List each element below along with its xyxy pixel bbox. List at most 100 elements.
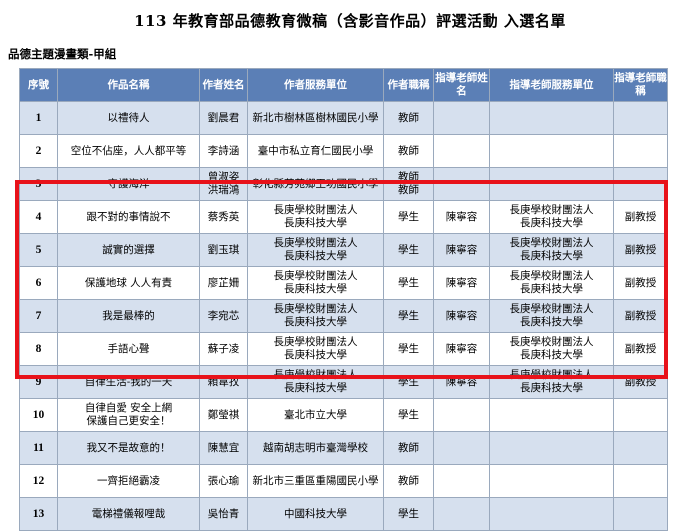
- table-row: 6 保護地球 人人有責 廖芷姍 長庚學校財團法人 長庚科技大學 學生 陳寧容 長庚學校財團法人…: [19, 266, 668, 300]
- row-number: 13: [19, 497, 58, 531]
- table-row: 11 我又不是故意的！ 陳慧宜 越南胡志明市臺灣學校 教師: [19, 431, 668, 465]
- author-name: 張心瑜: [199, 464, 248, 498]
- header-advisor-title: 指導老師職稱: [613, 68, 668, 102]
- advisor-unit: 長庚學校財團法人 長庚科技大學: [489, 266, 614, 300]
- work-name: 以禮待人: [57, 101, 200, 135]
- work-name: 一齊拒絕霸凌: [57, 464, 200, 498]
- author-unit: 新北市三重區重陽國民小學: [247, 464, 384, 498]
- work-name: 手語心聲: [57, 332, 200, 366]
- author-name: 曾淑姿 洪瑞鴻: [199, 167, 248, 201]
- author-name: 蘇子凌: [199, 332, 248, 366]
- advisor-unit: [489, 464, 614, 498]
- table-row: 12 一齊拒絕霸凌 張心瑜 新北市三重區重陽國民小學 教師: [19, 464, 668, 498]
- row-number: 11: [19, 431, 58, 465]
- author-name: 蔡秀英: [199, 200, 248, 234]
- author-title: 學生: [383, 200, 434, 234]
- header-author: 作者姓名: [199, 68, 248, 102]
- work-name: 空位不佔座，人人都平等: [57, 134, 200, 168]
- row-number: 7: [19, 299, 58, 333]
- advisor-name: 陳寧容: [433, 299, 490, 333]
- author-unit: 新北市樹林區樹林國民小學: [247, 101, 384, 135]
- row-number: 10: [19, 398, 58, 432]
- advisor-title: [613, 167, 668, 201]
- author-name: 李宛芯: [199, 299, 248, 333]
- author-unit: 臺中市私立育仁國民小學: [247, 134, 384, 168]
- advisor-title: 副教授: [613, 233, 668, 267]
- header-title: 作者職稱: [383, 68, 434, 102]
- advisor-name: [433, 101, 490, 135]
- work-name: 跟不對的事情說不: [57, 200, 200, 234]
- advisor-unit: [489, 497, 614, 531]
- author-name: 李詩涵: [199, 134, 248, 168]
- advisor-title: [613, 101, 668, 135]
- advisor-unit: [489, 398, 614, 432]
- author-name: 劉玉琪: [199, 233, 248, 267]
- row-number: 4: [19, 200, 58, 234]
- author-unit: 越南胡志明市臺灣學校: [247, 431, 384, 465]
- work-name: 電梯禮儀報哩哉: [57, 497, 200, 531]
- author-title: 學生: [383, 497, 434, 531]
- advisor-unit: [489, 431, 614, 465]
- advisor-unit: 長庚學校財團法人 長庚科技大學: [489, 332, 614, 366]
- advisor-unit: [489, 134, 614, 168]
- author-title: 學生: [383, 233, 434, 267]
- advisor-name: 陳寧容: [433, 200, 490, 234]
- author-unit: 長庚學校財團法人 長庚科技大學: [247, 332, 384, 366]
- advisor-name: [433, 398, 490, 432]
- author-unit: 長庚學校財團法人 長庚科技大學: [247, 365, 384, 399]
- author-name: 廖芷姍: [199, 266, 248, 300]
- row-number: 6: [19, 266, 58, 300]
- author-unit: 長庚學校財團法人 長庚科技大學: [247, 233, 384, 267]
- author-title: 學生: [383, 332, 434, 366]
- header-advisor: 指導老師姓名: [433, 68, 490, 102]
- advisor-unit: 長庚學校財團法人 長庚科技大學: [489, 200, 614, 234]
- header-advisor-unit: 指導老師服務單位: [489, 68, 614, 102]
- advisor-name: 陳寧容: [433, 332, 490, 366]
- row-number: 8: [19, 332, 58, 366]
- section-title: 品德主題漫畫類-甲組: [8, 47, 117, 61]
- advisor-name: [433, 431, 490, 465]
- row-number: 5: [19, 233, 58, 267]
- work-name: 誠實的選擇: [57, 233, 200, 267]
- author-title: 學生: [383, 365, 434, 399]
- author-name: 吳怡青: [199, 497, 248, 531]
- author-title: 教師: [383, 464, 434, 498]
- advisor-unit: 長庚學校財團法人 長庚科技大學: [489, 299, 614, 333]
- advisor-name: 陳寧容: [433, 233, 490, 267]
- advisor-unit: [489, 167, 614, 201]
- table-row: 2 空位不佔座，人人都平等 李詩涵 臺中市私立育仁國民小學 教師: [19, 134, 668, 168]
- table-row: 1 以禮待人 劉晨君 新北市樹林區樹林國民小學 教師: [19, 101, 668, 135]
- author-title: 教師: [383, 134, 434, 168]
- work-name: 我又不是故意的！: [57, 431, 200, 465]
- table-row: 13 電梯禮儀報哩哉 吳怡青 中國科技大學 學生: [19, 497, 668, 531]
- author-title: 學生: [383, 398, 434, 432]
- row-number: 12: [19, 464, 58, 498]
- advisor-title: [613, 497, 668, 531]
- advisor-title: 副教授: [613, 266, 668, 300]
- author-name: 陳慧宜: [199, 431, 248, 465]
- table-row: 10 自律自愛 安全上網 保護自己更安全！ 鄭瑩祺 臺北市立大學 學生: [19, 398, 668, 432]
- advisor-title: 副教授: [613, 365, 668, 399]
- winners-table: 序號 作品名稱 作者姓名 作者服務單位 作者職稱 指導老師姓名 指導老師服務單位…: [19, 68, 668, 531]
- author-unit: 臺北市立大學: [247, 398, 384, 432]
- work-name: 自律自愛 安全上網 保護自己更安全！: [57, 398, 200, 432]
- author-title: 教師 教師: [383, 167, 434, 201]
- advisor-name: [433, 167, 490, 201]
- work-name: 我是最棒的: [57, 299, 200, 333]
- author-unit: 彰化縣芳苑鄉王功國民小學: [247, 167, 384, 201]
- advisor-title: 副教授: [613, 200, 668, 234]
- advisor-name: 陳寧容: [433, 266, 490, 300]
- author-title: 教師: [383, 101, 434, 135]
- advisor-name: [433, 497, 490, 531]
- author-unit: 中國科技大學: [247, 497, 384, 531]
- advisor-title: 副教授: [613, 332, 668, 366]
- table-row: 4 跟不對的事情說不 蔡秀英 長庚學校財團法人 長庚科技大學 學生 陳寧容 長庚學校財團法人長…: [19, 200, 668, 234]
- row-number: 1: [19, 101, 58, 135]
- advisor-title: [613, 464, 668, 498]
- advisor-unit: 長庚學校財團法人 長庚科技大學: [489, 365, 614, 399]
- header-unit: 作者服務單位: [247, 68, 384, 102]
- advisor-title: [613, 134, 668, 168]
- row-number: 3: [19, 167, 58, 201]
- document-title: 113 年教育部品德教育微稿（含影音作品）評選活動 入選名單: [134, 12, 566, 30]
- author-title: 教師: [383, 431, 434, 465]
